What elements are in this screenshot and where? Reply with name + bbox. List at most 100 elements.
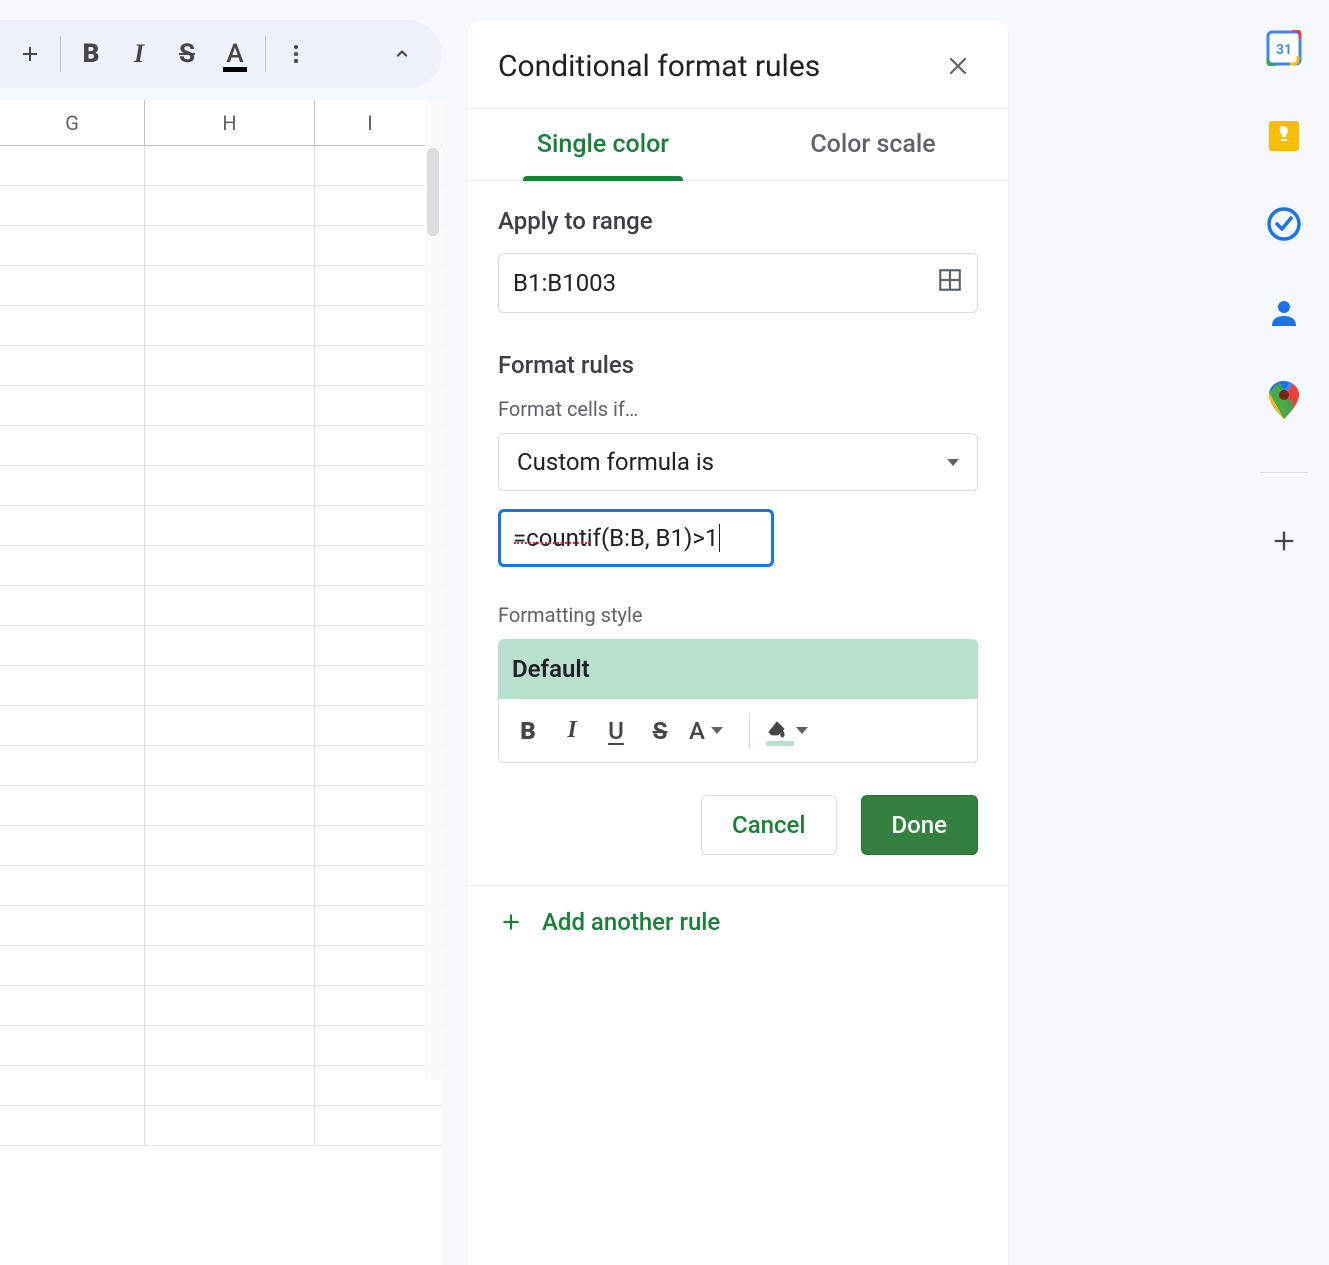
tab-color-scale[interactable]: Color scale bbox=[738, 109, 1008, 180]
cell[interactable] bbox=[145, 1106, 315, 1145]
cell[interactable] bbox=[145, 866, 315, 905]
get-addons-button[interactable] bbox=[1264, 521, 1304, 561]
cell[interactable] bbox=[315, 546, 425, 585]
cell[interactable] bbox=[315, 266, 425, 305]
scrollbar-thumb[interactable] bbox=[427, 148, 439, 236]
cell[interactable] bbox=[145, 466, 315, 505]
cell[interactable] bbox=[315, 306, 425, 345]
cell[interactable] bbox=[0, 346, 145, 385]
text-color-button[interactable]: A bbox=[213, 32, 257, 76]
cell[interactable] bbox=[145, 226, 315, 265]
formula-input[interactable]: =countif(B:B, B1)>1 bbox=[498, 509, 774, 567]
cell[interactable] bbox=[315, 186, 425, 225]
style-text-color-button[interactable]: A bbox=[683, 710, 741, 752]
cell[interactable] bbox=[315, 226, 425, 265]
insert-button[interactable] bbox=[8, 32, 52, 76]
cell[interactable] bbox=[315, 866, 425, 905]
done-button[interactable]: Done bbox=[861, 795, 979, 855]
cell[interactable] bbox=[0, 866, 145, 905]
close-panel-button[interactable] bbox=[938, 46, 978, 86]
cell[interactable] bbox=[0, 706, 145, 745]
cell[interactable] bbox=[0, 1066, 145, 1105]
cell[interactable] bbox=[145, 266, 315, 305]
cell[interactable] bbox=[0, 466, 145, 505]
cell[interactable] bbox=[0, 906, 145, 945]
cell[interactable] bbox=[315, 746, 425, 785]
cell[interactable] bbox=[0, 666, 145, 705]
style-italic-button[interactable]: I bbox=[551, 710, 593, 752]
cell[interactable] bbox=[145, 746, 315, 785]
cell[interactable] bbox=[145, 586, 315, 625]
italic-button[interactable]: I bbox=[117, 32, 161, 76]
style-underline-button[interactable]: U bbox=[595, 710, 637, 752]
cell[interactable] bbox=[0, 746, 145, 785]
contacts-app-button[interactable] bbox=[1264, 292, 1304, 332]
cell[interactable] bbox=[315, 1026, 425, 1065]
cell[interactable] bbox=[315, 586, 425, 625]
cell[interactable] bbox=[145, 666, 315, 705]
collapse-toolbar-button[interactable] bbox=[380, 32, 424, 76]
cell[interactable] bbox=[0, 626, 145, 665]
cell[interactable] bbox=[315, 786, 425, 825]
cell[interactable] bbox=[0, 426, 145, 465]
cell[interactable] bbox=[0, 986, 145, 1025]
cell[interactable] bbox=[145, 426, 315, 465]
cell[interactable] bbox=[0, 786, 145, 825]
cell[interactable] bbox=[145, 706, 315, 745]
cell[interactable] bbox=[315, 146, 425, 185]
cell[interactable] bbox=[0, 306, 145, 345]
cell[interactable] bbox=[0, 546, 145, 585]
spreadsheet-grid[interactable]: G H I bbox=[0, 100, 442, 1265]
cell[interactable] bbox=[0, 586, 145, 625]
cell[interactable] bbox=[315, 426, 425, 465]
style-bold-button[interactable]: B bbox=[507, 710, 549, 752]
cell[interactable] bbox=[0, 1106, 145, 1145]
tab-single-color[interactable]: Single color bbox=[468, 109, 738, 180]
tasks-app-button[interactable] bbox=[1264, 204, 1304, 244]
calendar-app-button[interactable]: 31 bbox=[1264, 28, 1304, 68]
condition-select[interactable]: Custom formula is bbox=[498, 433, 978, 491]
cell[interactable] bbox=[145, 346, 315, 385]
column-header[interactable]: H bbox=[145, 100, 315, 145]
cell[interactable] bbox=[0, 386, 145, 425]
range-input[interactable]: B1:B1003 bbox=[498, 253, 978, 313]
cell[interactable] bbox=[315, 506, 425, 545]
cell[interactable] bbox=[145, 306, 315, 345]
cell[interactable] bbox=[0, 146, 145, 185]
cell[interactable] bbox=[0, 226, 145, 265]
cell[interactable] bbox=[145, 826, 315, 865]
cell[interactable] bbox=[145, 1026, 315, 1065]
cancel-button[interactable]: Cancel bbox=[701, 795, 836, 855]
cell[interactable] bbox=[315, 666, 425, 705]
cell[interactable] bbox=[145, 786, 315, 825]
cell[interactable] bbox=[145, 1066, 315, 1105]
style-preview[interactable]: Default bbox=[498, 639, 978, 699]
column-header[interactable]: I bbox=[315, 100, 425, 145]
cell[interactable] bbox=[315, 826, 425, 865]
bold-button[interactable]: B bbox=[69, 32, 113, 76]
cell[interactable] bbox=[145, 946, 315, 985]
style-fill-color-button[interactable] bbox=[758, 710, 816, 752]
column-header[interactable]: G bbox=[0, 100, 145, 145]
cell[interactable] bbox=[0, 266, 145, 305]
add-another-rule-button[interactable]: Add another rule bbox=[498, 908, 978, 936]
cell[interactable] bbox=[315, 986, 425, 1025]
style-strikethrough-button[interactable]: S bbox=[639, 710, 681, 752]
cell[interactable] bbox=[315, 906, 425, 945]
maps-app-button[interactable] bbox=[1264, 380, 1304, 420]
cell[interactable] bbox=[315, 626, 425, 665]
more-button[interactable] bbox=[274, 32, 318, 76]
cell[interactable] bbox=[315, 1066, 425, 1105]
vertical-scrollbar[interactable] bbox=[425, 100, 441, 1080]
cell[interactable] bbox=[0, 826, 145, 865]
cell[interactable] bbox=[315, 706, 425, 745]
cell[interactable] bbox=[0, 186, 145, 225]
cell[interactable] bbox=[315, 946, 425, 985]
cell[interactable] bbox=[145, 506, 315, 545]
cell[interactable] bbox=[0, 506, 145, 545]
cell[interactable] bbox=[315, 1106, 425, 1145]
cell[interactable] bbox=[315, 466, 425, 505]
keep-app-button[interactable] bbox=[1264, 116, 1304, 156]
cell[interactable] bbox=[145, 186, 315, 225]
cell[interactable] bbox=[0, 1026, 145, 1065]
